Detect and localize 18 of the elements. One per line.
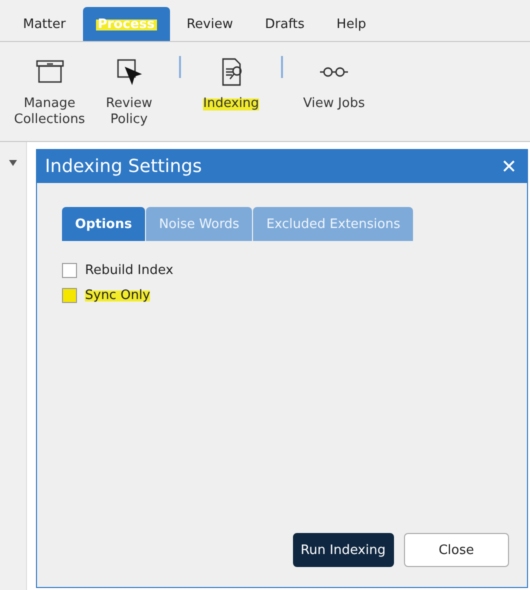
menu-tab[interactable]: Review	[172, 7, 248, 41]
menu-tab[interactable]: Drafts	[250, 7, 320, 41]
ribbon-button-label[interactable]: Manage Collections	[14, 96, 86, 128]
run-button[interactable]: Run Indexing	[292, 533, 394, 567]
ribbon-button-label[interactable]: Indexing	[203, 96, 260, 112]
checkbox-label: Rebuild Index	[85, 263, 174, 278]
close-button[interactable]: ✕	[501, 154, 517, 178]
close-dialog-button[interactable]: Close	[404, 533, 509, 567]
checkbox-label: Sync Only	[85, 288, 150, 303]
checkbox[interactable]	[62, 288, 77, 303]
collapse-caret-icon[interactable]	[9, 160, 17, 166]
menu-tab[interactable]: Matter	[8, 7, 81, 41]
checkbox[interactable]	[62, 263, 77, 278]
dialog-title: Indexing Settings	[45, 156, 202, 177]
menu-tab[interactable]: Help	[322, 7, 382, 41]
ribbon-button-label[interactable]: Review Policy	[106, 96, 152, 128]
ribbon-button-label[interactable]: View Jobs	[303, 96, 365, 112]
settings-tab[interactable]: Options	[62, 207, 145, 241]
